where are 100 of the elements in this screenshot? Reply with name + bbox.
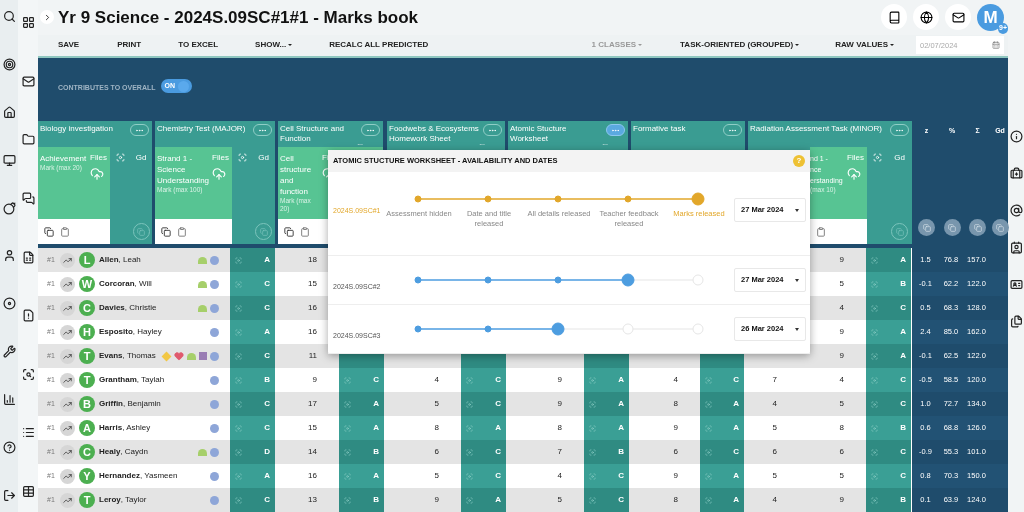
mark-cell[interactable]: 15 bbox=[308, 278, 317, 290]
expand-button[interactable] bbox=[40, 10, 54, 25]
clipboard-icon[interactable] bbox=[300, 226, 310, 237]
focus-icon[interactable] bbox=[871, 400, 878, 408]
alert-icon[interactable] bbox=[21, 309, 35, 323]
trend-button[interactable] bbox=[60, 348, 75, 364]
bomb-icon[interactable] bbox=[2, 201, 16, 215]
grade-cell[interactable]: C bbox=[866, 296, 911, 320]
mark-cell[interactable]: 9 bbox=[839, 254, 844, 266]
upload-icon[interactable] bbox=[212, 167, 226, 181]
mark-cell[interactable]: 6 bbox=[434, 446, 439, 458]
focus-icon[interactable] bbox=[705, 376, 712, 384]
clipboard-icon[interactable] bbox=[177, 226, 187, 237]
focus-icon[interactable] bbox=[872, 153, 882, 162]
focus-icon[interactable] bbox=[589, 400, 596, 408]
search-icon[interactable] bbox=[2, 10, 16, 23]
grade-cell[interactable]: A bbox=[700, 392, 744, 416]
mark-cell[interactable]: 8 bbox=[673, 398, 678, 410]
focus-icon[interactable] bbox=[466, 472, 473, 480]
mark-cell[interactable]: 4 bbox=[772, 398, 777, 410]
grade-cell[interactable]: A bbox=[700, 488, 744, 512]
exit-icon[interactable] bbox=[2, 488, 16, 502]
step-dot[interactable] bbox=[484, 325, 492, 333]
mark-cell[interactable]: 6 bbox=[839, 446, 844, 458]
mark-cell[interactable]: 5 bbox=[557, 494, 562, 506]
view-dropdown[interactable]: RAW VALUES bbox=[835, 39, 894, 52]
mark-cell[interactable]: 9 bbox=[839, 326, 844, 338]
copy-icon[interactable] bbox=[284, 226, 294, 237]
focus-icon[interactable] bbox=[466, 448, 473, 456]
focus-icon[interactable] bbox=[871, 256, 878, 264]
grade-cell[interactable]: A bbox=[461, 488, 506, 512]
grade-cell[interactable]: C bbox=[230, 392, 275, 416]
mark-cell[interactable]: 14 bbox=[308, 446, 317, 458]
student-name[interactable]: Harris, Ashley bbox=[99, 422, 151, 434]
focus-icon[interactable] bbox=[705, 496, 712, 504]
grade-cell[interactable]: D bbox=[230, 440, 275, 464]
focus-icon[interactable] bbox=[589, 496, 596, 504]
clipboard-icon[interactable] bbox=[60, 226, 70, 237]
toolbar-button[interactable]: RECALC ALL PREDICTED bbox=[329, 39, 429, 52]
info-icon[interactable] bbox=[1009, 130, 1023, 143]
mark-cell[interactable]: 7 bbox=[557, 446, 562, 458]
student-name[interactable]: Hernandez, Yasmeen bbox=[99, 470, 178, 482]
focus-icon[interactable] bbox=[344, 424, 351, 432]
grade-cell[interactable]: B bbox=[866, 488, 911, 512]
profile-icon[interactable] bbox=[1009, 241, 1023, 254]
mark-cell[interactable]: 9 bbox=[434, 494, 439, 506]
step-dot[interactable] bbox=[414, 276, 422, 284]
trend-button[interactable] bbox=[60, 252, 75, 268]
student-name[interactable]: Allen, Leah bbox=[99, 254, 141, 266]
grade-cell[interactable]: C bbox=[230, 488, 275, 512]
mark-cell[interactable]: 4 bbox=[839, 302, 844, 314]
student-name[interactable]: Griffin, Benjamin bbox=[99, 398, 161, 410]
focus-icon[interactable] bbox=[344, 376, 351, 384]
mark-cell[interactable]: 8 bbox=[434, 422, 439, 434]
trend-button[interactable] bbox=[60, 444, 75, 460]
mark-cell[interactable]: 7 bbox=[772, 374, 777, 386]
mark-cell[interactable]: 4 bbox=[434, 374, 439, 386]
grade-cell[interactable]: A bbox=[866, 344, 911, 368]
focus-icon[interactable] bbox=[235, 400, 242, 408]
focus-icon[interactable] bbox=[237, 153, 247, 162]
grade-cell[interactable]: C bbox=[461, 440, 506, 464]
copy-icon[interactable] bbox=[161, 226, 171, 237]
grade-cell[interactable]: A bbox=[339, 392, 384, 416]
focus-icon[interactable] bbox=[344, 472, 351, 480]
focus-icon[interactable] bbox=[871, 448, 878, 456]
grade-cell[interactable]: C bbox=[866, 440, 911, 464]
mark-cell[interactable]: 13 bbox=[308, 494, 317, 506]
focus-icon[interactable] bbox=[344, 448, 351, 456]
trend-button[interactable] bbox=[60, 492, 75, 508]
trend-button[interactable] bbox=[60, 324, 75, 340]
focus-icon[interactable] bbox=[235, 448, 242, 456]
focus-icon[interactable] bbox=[871, 496, 878, 504]
user-icon[interactable] bbox=[2, 249, 16, 263]
mark-cell[interactable]: 5 bbox=[772, 422, 777, 434]
student-name[interactable]: Leroy, Taylor bbox=[99, 494, 147, 506]
trend-button[interactable] bbox=[60, 300, 75, 316]
focus-icon[interactable] bbox=[705, 472, 712, 480]
mark-cell[interactable]: 5 bbox=[839, 470, 844, 482]
mark-cell[interactable]: 9 bbox=[673, 470, 678, 482]
chat-icon[interactable] bbox=[21, 191, 35, 205]
focus-icon[interactable] bbox=[344, 400, 351, 408]
globe-button[interactable] bbox=[913, 4, 939, 31]
focus-icon[interactable] bbox=[235, 472, 242, 480]
focus-icon[interactable] bbox=[871, 352, 878, 360]
copy-button[interactable] bbox=[991, 219, 1009, 236]
grade-cell[interactable]: C bbox=[230, 296, 275, 320]
grade-cell[interactable]: C bbox=[584, 488, 629, 512]
grade-cell[interactable]: B bbox=[339, 440, 384, 464]
student-name[interactable]: Grantham, Taylah bbox=[99, 374, 165, 386]
focus-icon[interactable] bbox=[705, 400, 712, 408]
mark-cell[interactable]: 9 bbox=[312, 374, 317, 386]
focus-icon[interactable] bbox=[589, 376, 596, 384]
focus-icon[interactable] bbox=[589, 448, 596, 456]
focus-icon[interactable] bbox=[871, 376, 878, 384]
mark-cell[interactable]: 8 bbox=[673, 494, 678, 506]
focus-icon[interactable] bbox=[466, 496, 473, 504]
focus-icon[interactable] bbox=[235, 496, 242, 504]
documents-icon[interactable] bbox=[1009, 315, 1023, 328]
trend-button[interactable] bbox=[60, 372, 75, 388]
book-button[interactable] bbox=[881, 4, 907, 31]
